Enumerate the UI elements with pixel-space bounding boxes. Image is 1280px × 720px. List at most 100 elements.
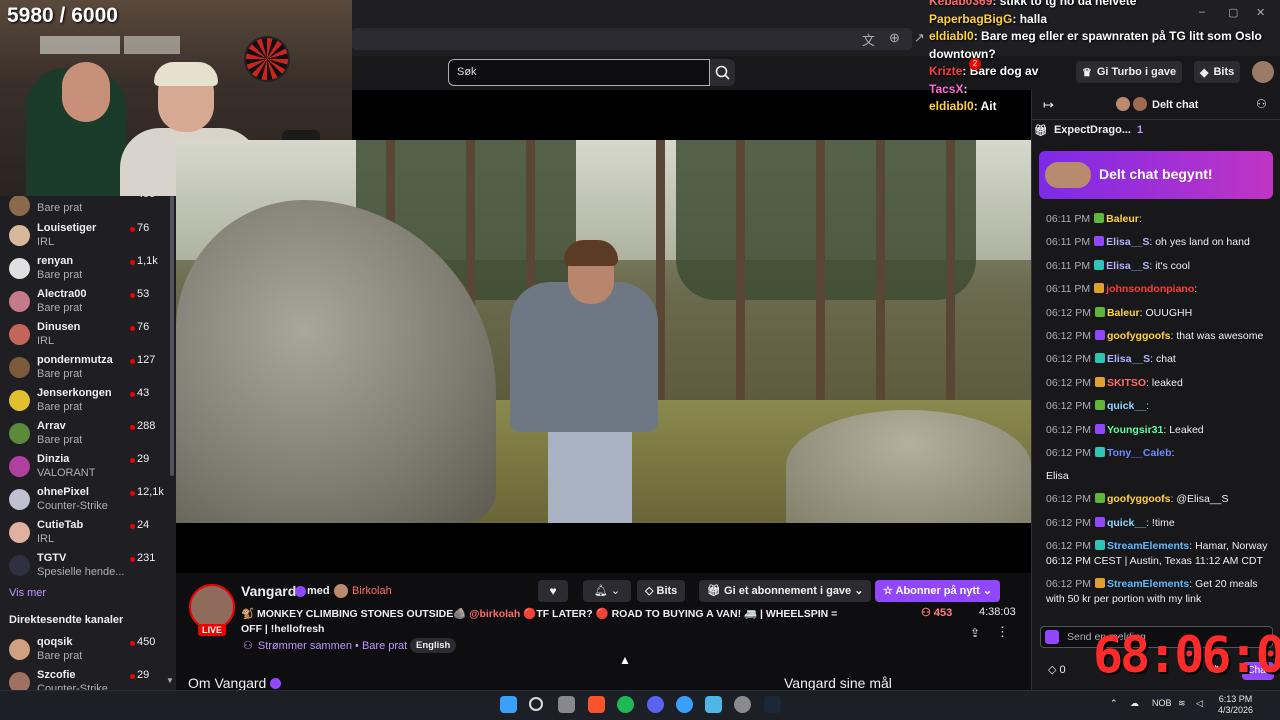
wifi-icon[interactable]: ≋ [1178,698,1186,709]
resubscribe-button[interactable]: ☆ Abonner på nytt ⌄ [875,580,1001,602]
chat-timestamp: 06:12 PM [1046,353,1091,366]
show-more-link[interactable]: Vis mer [9,587,46,599]
taskbar-clock[interactable]: 6:13 PM 4/3/2026 [1218,694,1253,716]
avatar [9,324,30,345]
users-icon[interactable]: ⚇ [1256,97,1267,111]
task-view-icon[interactable] [558,696,575,713]
address-bar[interactable] [352,28,912,50]
spotify-icon[interactable] [617,696,634,713]
chat-timestamp: 06:11 PM [1046,283,1091,296]
search-input[interactable]: Søk [448,59,710,86]
gift-icon: 🎁︎ [1034,125,1048,137]
channel-points[interactable]: ◇ 0 [1048,663,1066,676]
chat-username[interactable]: goofyggoofs [1107,493,1171,505]
brave-browser-icon[interactable] [588,696,605,713]
tray-chevron-icon[interactable]: ⌃ [1110,698,1118,709]
sidebar-item-dinzia[interactable]: Dinzia VALORANT 29 [0,451,176,484]
notifications-button[interactable]: 🔔︎ ⌄ [583,580,631,602]
sidebar-item-qoqsik[interactable]: qoqsik Bare prat 450 [0,634,176,667]
chat-username[interactable]: Baleur [1106,213,1139,225]
sidebar-item-cutietab[interactable]: CutieTab IRL 24 [0,517,176,550]
sidebar-item-tgtv[interactable]: TGTV Spesielle hende... 231 [0,550,176,583]
video-player[interactable] [176,140,1031,523]
chat-badge-icon [1094,376,1105,387]
viewer-count: 76 [137,321,150,333]
channel-category: Bare prat [37,302,83,314]
chat-timestamp: 06:11 PM [1046,236,1091,249]
sidebar-item-ohnepixel[interactable]: ohnePixel Counter-Strike 12,1k [0,484,176,517]
start-icon[interactable] [500,696,517,713]
zoom-icon[interactable]: ⊕ [889,30,900,49]
chat-username[interactable]: quick__ [1107,400,1146,412]
chat-username[interactable]: StreamElements [1107,578,1189,590]
sidebar-item-partial[interactable]: Bare prat 499 [0,196,176,223]
mention-link[interactable]: @birkolah [469,608,520,620]
co-streamer-avatar[interactable] [334,584,348,598]
overlay-chat-line: downtown? [929,47,996,61]
viewer-count: ⚇ 453 [921,607,953,619]
chat-username[interactable]: Elisa__S [1106,236,1149,248]
stream-category[interactable]: ⚇ Strømmer sammen • Bare prat [243,639,407,653]
chat-text: it's cool [1155,259,1190,272]
chat-timestamp: 06:12 PM [1046,447,1091,459]
bits-button[interactable]: ◇ Bits [637,580,686,602]
sidebar-scrollbar[interactable] [170,196,174,476]
chat-message: 06:12 PM quick__: !time [1046,516,1175,529]
emote-picker-icon[interactable] [1045,630,1059,644]
scroll-down-icon[interactable]: ▼ [166,676,174,685]
more-options-icon[interactable]: ⋮ [996,624,1009,640]
sidebar-item-dinusen[interactable]: Dinusen IRL 76 [0,319,176,352]
chat-text: leaked [1151,376,1183,389]
gift-icon: 🎁︎ [707,585,725,597]
viewer-count: 450 [137,636,156,648]
chat-username[interactable]: Baleur [1107,307,1140,319]
channel-name: Arrav [37,420,66,432]
chat-username[interactable]: Elisa__S [1107,353,1150,365]
chat-username[interactable]: StreamElements [1107,540,1189,552]
live-dot-icon [130,557,135,562]
chat-message: 06:11 PM Elisa__S: it's cool [1046,259,1190,272]
network-icon[interactable]: ☁ [1130,698,1139,709]
chat-leaderboard[interactable]: 🎁︎ ExpectDrago... 1 [1034,124,1143,137]
chat-username[interactable]: Youngsir31 [1107,424,1163,436]
sidebar-item-jenserkongen[interactable]: Jenserkongen Bare prat 43 [0,385,176,418]
sidebar-item-arrav[interactable]: Arrav Bare prat 288 [0,418,176,451]
sidebar-item-pondernmutza[interactable]: pondernmutza Bare prat 127 [0,352,176,385]
app-icon[interactable] [676,696,693,713]
sidebar-item-alectra00[interactable]: Alectra00 Bare prat 53 [0,286,176,319]
chat-username[interactable]: goofyggoofs [1107,330,1171,342]
gift-sub-button[interactable]: 🎁︎ Gi et abonnement i gave ⌄ [699,580,872,602]
channel-name: Dinzia [37,453,70,465]
search-button[interactable] [710,59,735,86]
notepad-icon[interactable] [705,696,722,713]
settings-icon[interactable] [734,696,751,713]
avatar [9,196,30,216]
channel-name: qoqsik [37,636,73,648]
share-page-icon[interactable]: ↗ [914,30,925,49]
search-icon[interactable] [529,697,543,711]
avatar [1116,97,1130,111]
chat-username[interactable]: johnsondonpiano [1106,283,1194,295]
discord-icon[interactable] [647,696,664,713]
chat-username[interactable]: SKITSO [1107,377,1146,389]
sidebar-item-renyan[interactable]: renyan Bare prat 1,1k [0,253,176,286]
chat-text: Elisa [1046,470,1069,483]
chat-username[interactable]: quick__ [1107,517,1146,529]
chat-username[interactable]: Elisa__S [1106,260,1149,272]
language-tag[interactable]: English [410,638,457,653]
sub-goal-counter: 5980 / 6000 [7,4,118,27]
live-dot-icon [130,641,135,646]
translate-icon[interactable]: 文 [862,30,875,49]
volume-icon[interactable]: ◁ [1196,698,1203,709]
steam-icon[interactable] [764,696,781,713]
sidebar-item-louisetiger[interactable]: Louisetiger IRL 76 [0,220,176,253]
collapse-chat-icon[interactable]: ↦ [1043,97,1054,113]
follow-button[interactable]: ♥ [538,580,568,602]
channel-category: Counter-Strike [37,500,108,512]
chat-username[interactable]: Tony__Caleb [1107,447,1172,459]
overlay-chat-text: stikk to tg no da helvete [999,0,1137,8]
channel-name[interactable]: Vangard [241,583,296,599]
share-icon[interactable]: ⇪ [970,626,980,640]
co-streamer-name[interactable]: Birkolah [352,585,392,597]
keyboard-language[interactable]: NOB [1152,698,1172,708]
